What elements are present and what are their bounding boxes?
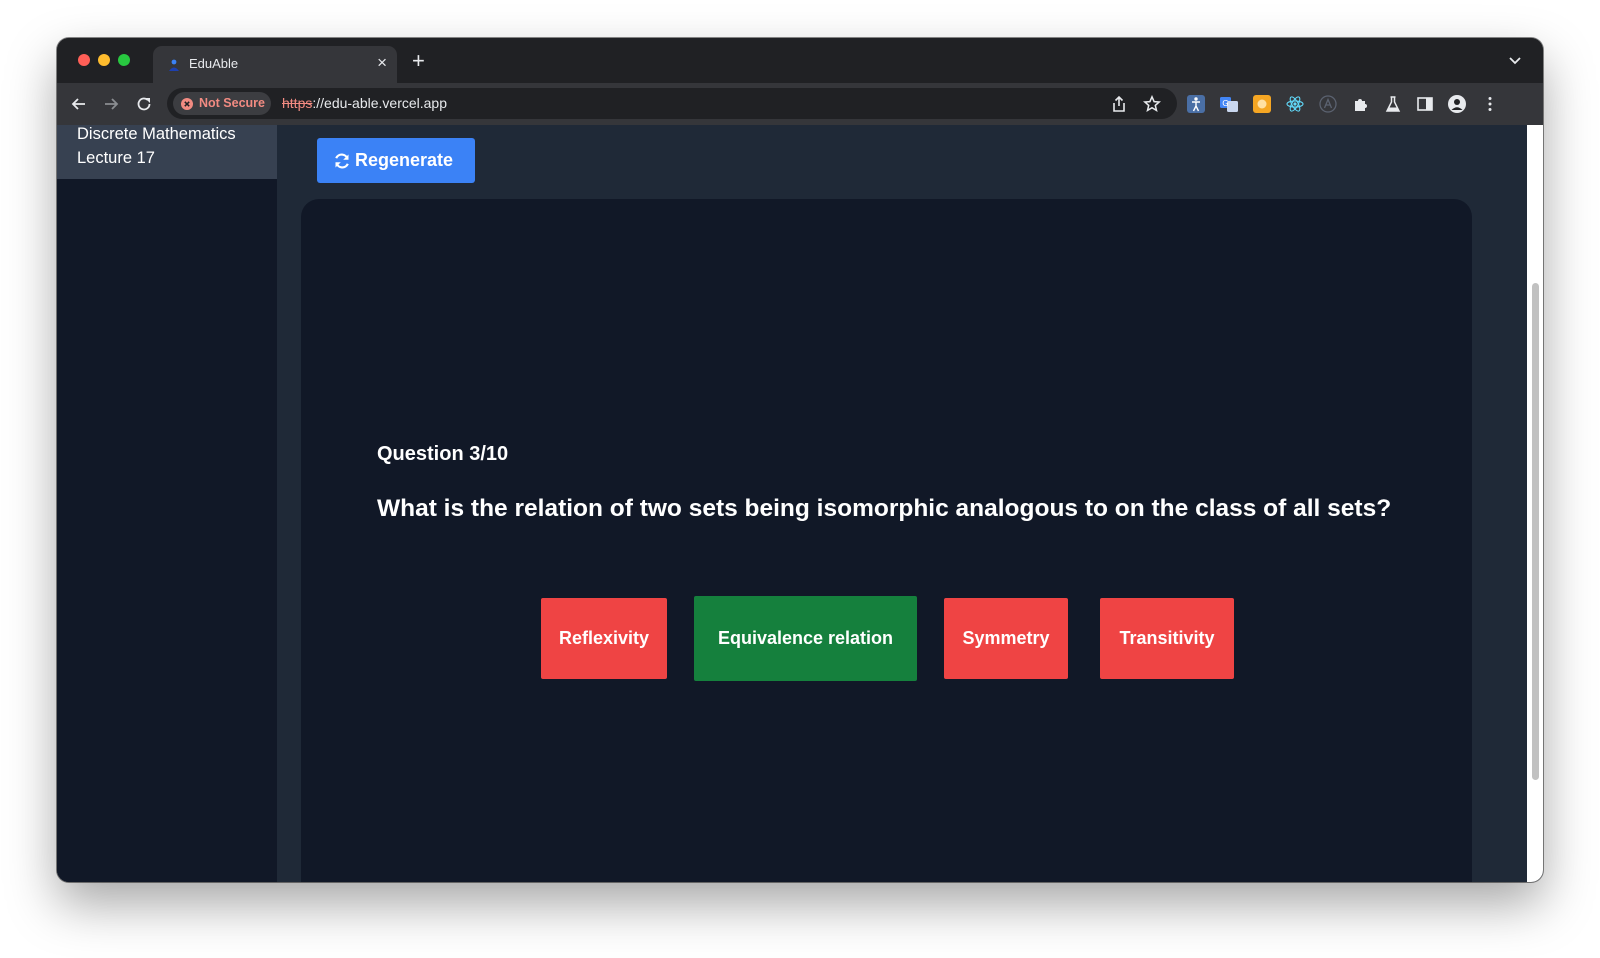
browser-tab-eduable[interactable]: EduAble × [153,46,397,83]
bookmark-star-icon[interactable] [1143,95,1161,113]
browser-toolbar: Not Secure https://edu-able.vercel.app G [57,83,1543,125]
answer-button-reflexivity[interactable]: Reflexivity [541,598,667,679]
url-text[interactable]: https://edu-able.vercel.app [282,95,447,111]
refresh-icon [335,153,349,169]
kebab-menu-icon[interactable] [1481,95,1499,113]
svg-text:G: G [1222,99,1228,108]
security-label: Not Secure [199,96,265,110]
tab-strip: EduAble × + [57,38,1543,83]
new-tab-button[interactable]: + [412,50,425,72]
share-icon[interactable] [1110,95,1128,113]
scrollbar-track[interactable] [1527,125,1543,882]
answer-button-symmetry[interactable]: Symmetry [944,598,1068,679]
answer-button-transitivity[interactable]: Transitivity [1100,598,1234,679]
minimize-window-button[interactable] [98,54,110,66]
regenerate-button[interactable]: Regenerate [317,138,475,183]
zoom-window-button[interactable] [118,54,130,66]
side-panel-icon[interactable] [1416,95,1434,113]
react-devtools-icon[interactable] [1286,95,1304,113]
puzzle-extensions-icon[interactable] [1352,95,1370,113]
url-host: ://edu-able.vercel.app [312,95,447,111]
orange-extension-icon[interactable] [1253,95,1271,113]
translate-extension-icon[interactable]: G [1220,95,1238,113]
reload-icon[interactable] [134,94,154,114]
answer-button-equivalence-relation[interactable]: Equivalence relation [694,596,917,681]
quiz-card: Question 3/10 What is the relation of tw… [301,199,1472,882]
sidebar-item-discrete-math-lecture-17[interactable]: Discrete Mathematics Lecture 17 [57,125,277,179]
flask-labs-icon[interactable] [1384,95,1402,113]
back-arrow-icon[interactable] [69,94,89,114]
regenerate-label: Regenerate [355,150,454,170]
close-window-button[interactable] [78,54,90,66]
tab-title: EduAble [189,56,239,71]
question-counter: Question 3/10 [377,443,509,465]
lecture-sidebar: Discrete Mathematics Lecture 17 [57,125,277,882]
tab-close-icon[interactable]: × [377,53,387,73]
question-text: What is the relation of two sets being i… [377,495,1392,522]
url-scheme: https [282,95,313,111]
not-secure-icon [181,98,193,110]
security-chip[interactable]: Not Secure [173,92,271,115]
profile-avatar-icon[interactable] [1448,95,1466,113]
browser-window: EduAble × + Not Secure https://edu-able.… [57,38,1543,882]
scrollbar-thumb[interactable] [1532,283,1539,780]
address-bar[interactable]: Not Secure https://edu-able.vercel.app [167,88,1177,119]
accessibility-extension-icon[interactable] [1187,95,1205,113]
sidebar-item-label: Discrete Mathematics Lecture 17 [77,125,236,167]
forward-arrow-icon[interactable] [101,94,121,114]
eduable-favicon-icon [169,59,179,71]
a-circle-extension-icon[interactable] [1319,95,1337,113]
page-content: Discrete Mathematics Lecture 17 Regenera… [57,125,1543,882]
chevron-down-icon[interactable] [1509,56,1521,66]
